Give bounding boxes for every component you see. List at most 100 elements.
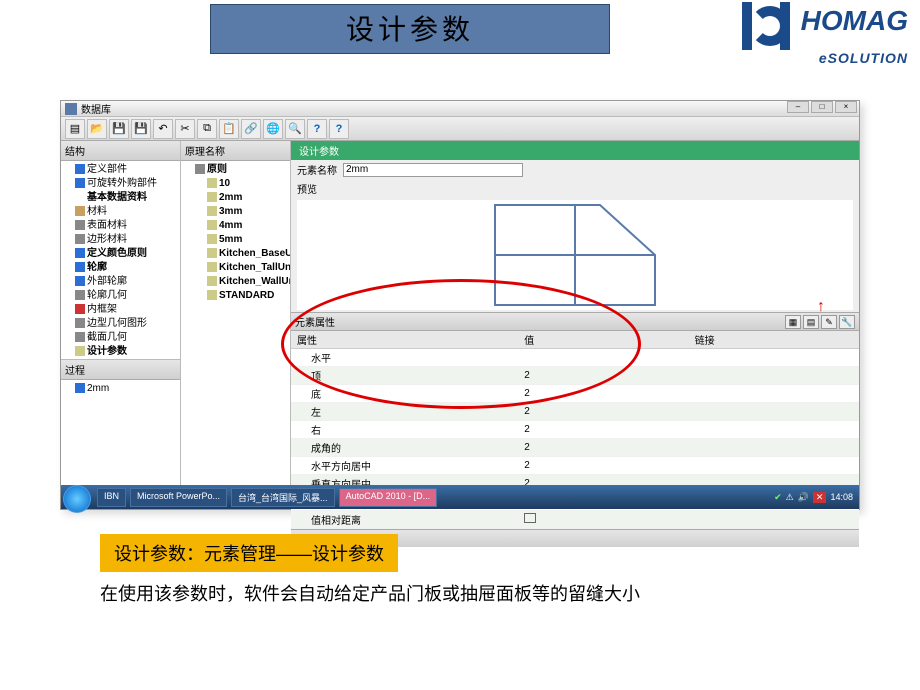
rule-tree[interactable]: 原则102mm3mm4mm5mmKitchen_BaseUnitsKitchen… <box>181 161 290 509</box>
close-button[interactable]: × <box>835 101 857 113</box>
checkbox[interactable] <box>524 513 536 523</box>
tree-item[interactable]: 设计参数 <box>75 345 178 359</box>
element-name-input[interactable] <box>343 163 523 177</box>
undo-icon[interactable]: ↶ <box>153 119 173 139</box>
tree-icon <box>207 178 217 188</box>
link-icon[interactable]: 🔗 <box>241 119 261 139</box>
taskbar-app[interactable]: IBN <box>97 488 126 507</box>
system-tray[interactable]: ✔ ⚠ 🔊 ✕ 14:08 <box>774 492 859 503</box>
tree-item[interactable]: 轮廓 <box>75 261 178 275</box>
minimize-button[interactable]: – <box>787 101 809 113</box>
tray-net-icon: ⚠ <box>786 492 794 503</box>
tree-item[interactable]: Kitchen_TallUnits <box>207 261 288 275</box>
grid-btn-2[interactable]: ▤ <box>803 315 819 329</box>
tree-icon <box>207 290 217 300</box>
tree-item[interactable]: 可旋转外购部件 <box>75 177 178 191</box>
tree-item[interactable]: 边形材料 <box>75 233 178 247</box>
table-row[interactable]: 右2 <box>291 421 859 439</box>
tree-icon <box>75 178 85 188</box>
taskbar-app[interactable]: AutoCAD 2010 - [D... <box>339 488 438 507</box>
copy-icon[interactable]: ⧉ <box>197 119 217 139</box>
tree-item[interactable]: 定义颜色原则 <box>75 247 178 261</box>
tree-icon <box>75 383 85 393</box>
tray-check-icon: ✔ <box>774 492 782 503</box>
tree-icon <box>207 248 217 258</box>
table-row[interactable]: 水平方向居中2 <box>291 457 859 475</box>
tree-icon <box>75 318 85 328</box>
tree-item[interactable]: 内框架 <box>75 303 178 317</box>
saveall-icon[interactable]: 💾 <box>131 119 151 139</box>
tree-icon <box>75 164 85 174</box>
help2-icon[interactable]: ? <box>329 119 349 139</box>
tree-icon <box>207 192 217 202</box>
maximize-button[interactable]: □ <box>811 101 833 113</box>
new-icon[interactable]: ▤ <box>65 119 85 139</box>
rule-panel-header: 原理名称 <box>181 141 290 161</box>
tree-root[interactable]: 原则102mm3mm4mm5mmKitchen_BaseUnitsKitchen… <box>195 163 288 303</box>
tree-item[interactable]: 2mm <box>75 382 178 396</box>
window-title: 数据库 <box>81 101 111 116</box>
tree-icon <box>75 206 85 216</box>
tree-item[interactable]: STANDARD <box>207 289 288 303</box>
tree-item[interactable]: 10 <box>207 177 288 191</box>
save-icon[interactable]: 💾 <box>109 119 129 139</box>
tree-icon <box>207 276 217 286</box>
structure-tree[interactable]: 定义部件可旋转外购部件基本数据资料材料表面材料边形材料定义颜色原则轮廓外部轮廓轮… <box>61 161 180 359</box>
col-link: 链接 <box>689 331 859 349</box>
table-row[interactable]: 值相对距离 <box>291 511 859 529</box>
table-row[interactable]: 左2 <box>291 403 859 421</box>
tree-icon <box>75 304 85 314</box>
homag-logo-icon <box>742 2 790 50</box>
table-row[interactable]: 成角的2 <box>291 439 859 457</box>
tree-icon <box>195 164 205 174</box>
tree-item[interactable]: Kitchen_WallUnits <box>207 275 288 289</box>
table-row[interactable]: 底2 <box>291 385 859 403</box>
world-icon[interactable]: 🌐 <box>263 119 283 139</box>
clock: 14:08 <box>830 492 853 502</box>
tree-item[interactable]: 材料 <box>75 205 178 219</box>
grid-btn-3[interactable]: ✎ <box>821 315 837 329</box>
tree-icon <box>207 206 217 216</box>
tree-item[interactable]: 基本数据资料 <box>75 191 178 205</box>
taskbar-app[interactable]: Microsoft PowerPo... <box>130 488 227 507</box>
grid-btn-1[interactable]: ▦ <box>785 315 801 329</box>
tree-icon <box>75 220 85 230</box>
tree-item[interactable]: Kitchen_BaseUnits <box>207 247 288 261</box>
tree-item[interactable]: 2mm <box>207 191 288 205</box>
tree-icon <box>75 332 85 342</box>
tree-item[interactable]: 表面材料 <box>75 219 178 233</box>
table-row[interactable]: 水平 <box>291 349 859 367</box>
tree-item[interactable]: 边型几何图形 <box>75 317 178 331</box>
preview-area: ↑ <box>297 200 853 310</box>
taskbar-app[interactable]: 台湾_台湾国际_风暴... <box>231 488 335 507</box>
search-icon[interactable]: 🔍 <box>285 119 305 139</box>
tree-icon <box>75 276 85 286</box>
grid-btn-4[interactable]: 🔧 <box>839 315 855 329</box>
tree-item[interactable]: 4mm <box>207 219 288 233</box>
help-icon[interactable]: ? <box>307 119 327 139</box>
toolbar: ▤ 📂 💾 💾 ↶ ✂ ⧉ 📋 🔗 🌐 🔍 ? ? <box>61 117 859 141</box>
tree-item[interactable]: 5mm <box>207 233 288 247</box>
tree-item[interactable]: 截面几何 <box>75 331 178 345</box>
tree-item[interactable]: 3mm <box>207 205 288 219</box>
element-name-label: 元素名称 <box>297 162 337 177</box>
cut-icon[interactable]: ✂ <box>175 119 195 139</box>
tree-icon <box>207 262 217 272</box>
taskbar: IBNMicrosoft PowerPo...台湾_台湾国际_风暴...Auto… <box>61 485 859 509</box>
tree-item[interactable]: 定义部件 <box>75 163 178 177</box>
tree-icon <box>75 346 85 356</box>
tree-item[interactable]: 外部轮廓 <box>75 275 178 289</box>
props-header: 元素属性 ▦ ▤ ✎ 🔧 <box>291 312 859 331</box>
slide-description: 在使用该参数时，软件会自动给定产品门板或抽屉面板等的留缝大小 <box>100 580 640 606</box>
preview-label: 预览 <box>297 181 317 196</box>
tree-item[interactable]: 轮廓几何 <box>75 289 178 303</box>
props-title: 元素属性 <box>295 314 335 329</box>
open-icon[interactable]: 📂 <box>87 119 107 139</box>
paste-icon[interactable]: 📋 <box>219 119 239 139</box>
tray-close-icon: ✕ <box>813 492 827 503</box>
table-row[interactable]: 顶2 <box>291 367 859 385</box>
process-panel-header: 过程 <box>61 360 180 380</box>
design-param-tab[interactable]: 设计参数 <box>291 141 859 160</box>
tray-vol-icon: 🔊 <box>798 492 809 503</box>
start-button[interactable] <box>63 485 91 513</box>
